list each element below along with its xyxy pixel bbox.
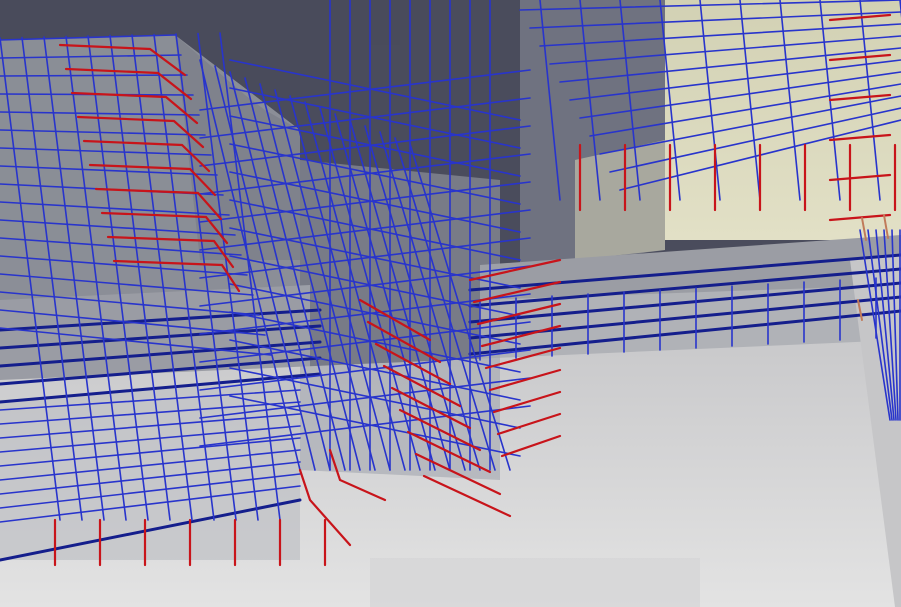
3d-viewport[interactable] [0, 0, 901, 607]
cream-face-lower [575, 140, 665, 260]
floor-panel [370, 558, 700, 607]
rebar-3d-scene [0, 0, 901, 607]
